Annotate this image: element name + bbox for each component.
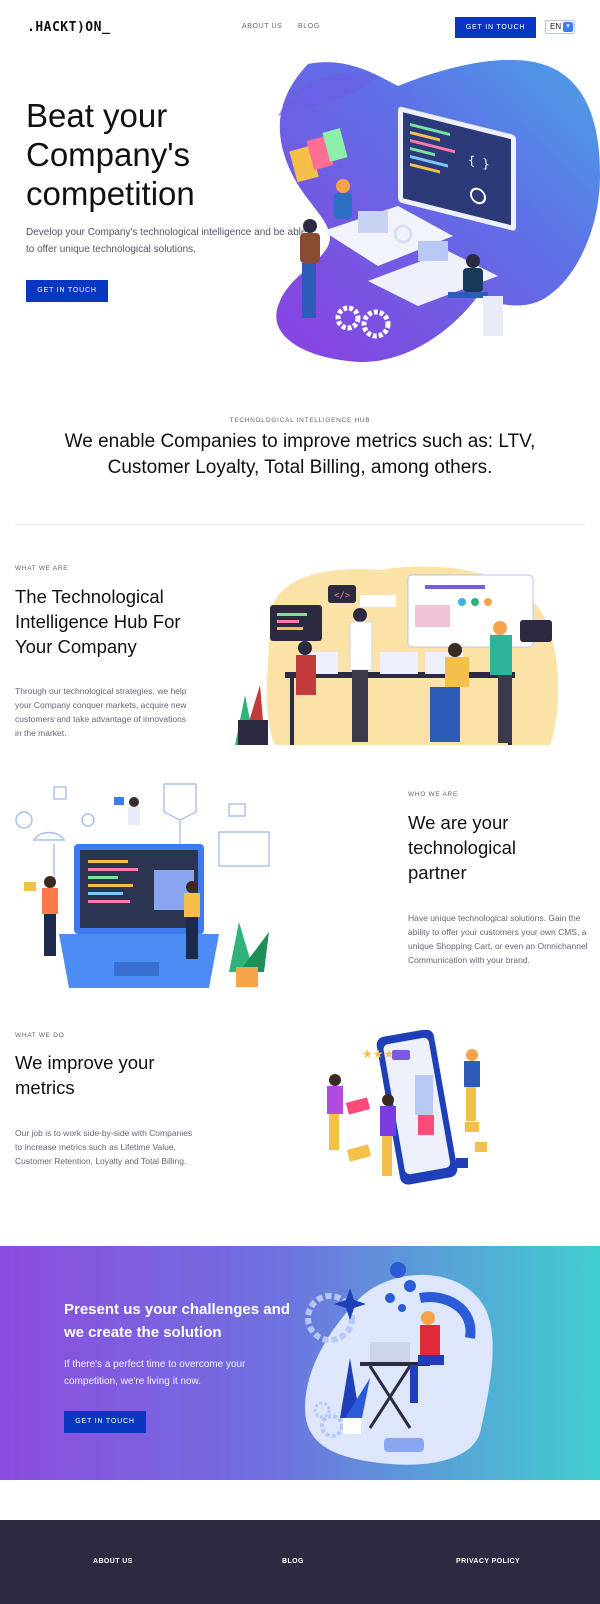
who-we-are-text: Have unique technological solutions. Gai… — [408, 913, 588, 965]
logo[interactable]: .HACKT)ON_ — [27, 20, 110, 35]
section-divider — [15, 524, 585, 525]
team-illustration: </> — [235, 566, 559, 745]
what-we-do-kicker: WHAT WE DO — [15, 1032, 65, 1039]
lightbulb-illustration — [305, 1262, 493, 1465]
svg-text:</>: </> — [334, 591, 351, 601]
footer-link-blog[interactable]: BLOG — [282, 1558, 304, 1565]
phone-metrics-illustration: ★★★★ — [327, 1030, 487, 1185]
language-selector[interactable]: EN ▾ — [545, 20, 575, 34]
hub-title: We enable Companies to improve metrics s… — [64, 431, 536, 478]
cta-text: If there's a perfect time to overcome yo… — [64, 1359, 246, 1387]
what-we-are-text: Through our technological strategies, we… — [15, 686, 187, 738]
laptop-illustration — [15, 783, 270, 988]
nav-get-in-touch-button[interactable]: GET IN TOUCH — [455, 17, 536, 38]
hub-kicker: TECHNOLOGICAL INTELLIGENCE HUB — [229, 417, 371, 424]
footer: ABOUT US BLOG PRIVACY POLICY — [0, 1520, 600, 1604]
hero-title: Beat your Company's competition — [26, 97, 195, 212]
language-label: EN — [550, 22, 562, 31]
what-we-do-text: Our job is to work side-by-side with Com… — [15, 1128, 193, 1166]
nav-link-blog[interactable]: BLOG — [298, 23, 320, 30]
top-navbar: .HACKT)ON_ ABOUT US BLOG GET IN TOUCH EN… — [0, 0, 600, 56]
who-we-are-kicker: WHO WE ARE — [408, 791, 458, 798]
hero-get-in-touch-button[interactable]: GET IN TOUCH — [26, 280, 108, 302]
what-we-are-title: The Technological Intelligence Hub For Y… — [15, 586, 181, 657]
chevron-down-icon: ▾ — [563, 22, 573, 32]
footer-link-about-us[interactable]: ABOUT US — [93, 1558, 133, 1565]
what-we-do-title: We improve your metrics — [15, 1052, 155, 1098]
cta-section: Present us your challenges and we create… — [0, 1246, 600, 1480]
hero-illustration: { } — [276, 59, 600, 362]
footer-link-privacy-policy[interactable]: PRIVACY POLICY — [456, 1558, 520, 1565]
nav-link-about-us[interactable]: ABOUT US — [242, 23, 282, 30]
cta-title: Present us your challenges and we create… — [64, 1301, 290, 1341]
what-we-are-kicker: WHAT WE ARE — [15, 565, 69, 572]
cta-get-in-touch-button[interactable]: GET IN TOUCH — [64, 1411, 146, 1433]
who-we-are-title: We are your technological partner — [408, 812, 516, 883]
